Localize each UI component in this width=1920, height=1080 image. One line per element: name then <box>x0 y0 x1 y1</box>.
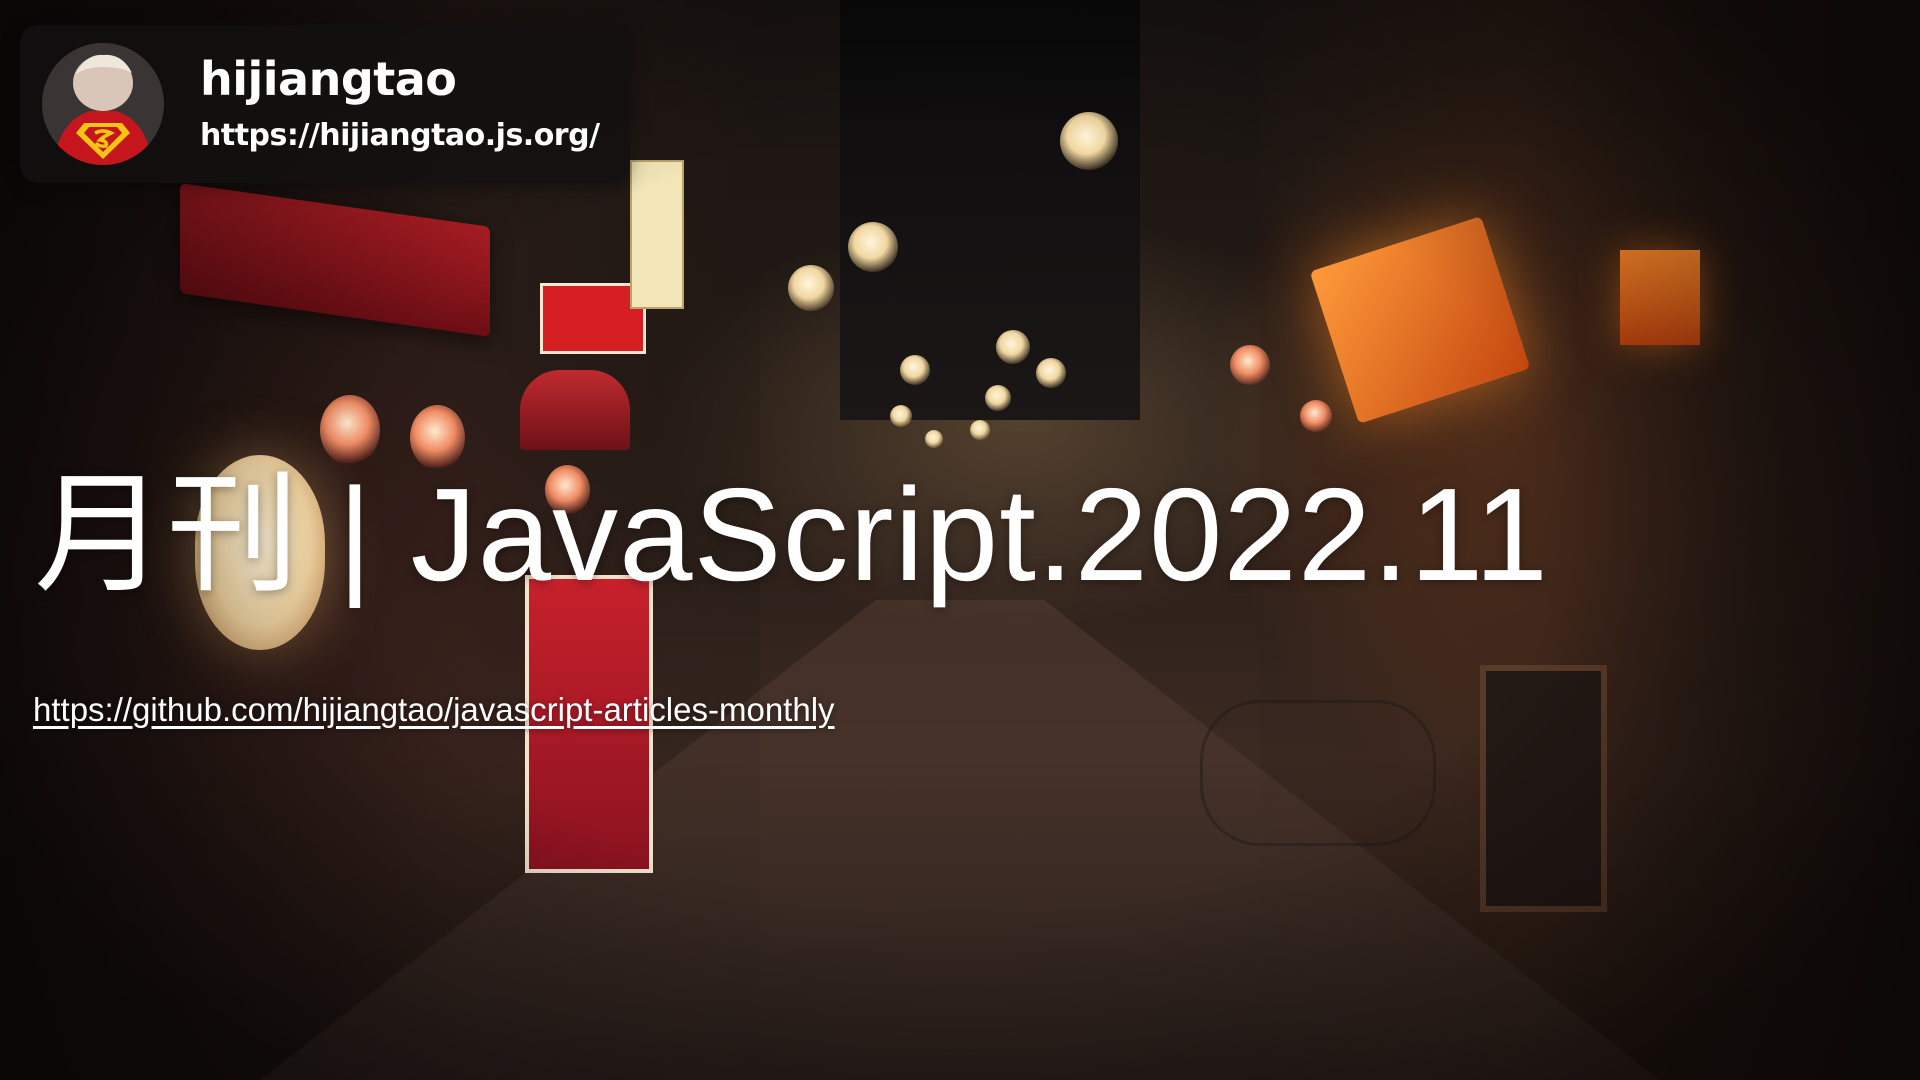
street-lantern <box>970 420 990 440</box>
red-awning-small <box>520 370 630 450</box>
street-lantern <box>1060 112 1118 170</box>
red-awning <box>180 183 490 337</box>
bicycle-silhouette <box>1200 700 1436 846</box>
superman-avatar-icon[interactable] <box>42 43 164 165</box>
cream-vertical-sign <box>630 160 684 309</box>
red-shop-sign <box>540 283 646 354</box>
red-lantern <box>1300 400 1332 432</box>
red-lantern <box>320 395 380 465</box>
night-sky <box>840 0 1140 420</box>
red-lantern <box>1230 345 1270 385</box>
orange-menu-sign <box>1620 250 1700 345</box>
street-lantern <box>848 222 898 272</box>
street-lantern <box>996 330 1030 364</box>
street-lantern <box>985 385 1011 411</box>
profile-text: hijiangtao https://hijiangtao.js.org/ <box>200 51 600 157</box>
author-profile-card: hijiangtao https://hijiangtao.js.org/ <box>20 25 630 183</box>
cover-slide: hijiangtao https://hijiangtao.js.org/ 月刊… <box>0 0 1920 1080</box>
orange-lit-sign <box>1309 216 1531 424</box>
github-repo-link[interactable]: https://github.com/hijiangtao/javascript… <box>33 689 835 731</box>
street-lantern <box>900 355 930 385</box>
street-lantern <box>788 265 834 311</box>
street-lantern <box>1036 358 1066 388</box>
dark-menu-board <box>1480 665 1607 912</box>
author-name: hijiangtao <box>200 52 457 106</box>
author-homepage-link[interactable]: https://hijiangtao.js.org/ <box>200 115 600 157</box>
page-title: 月刊 | JavaScript.2022.11 <box>34 461 1549 608</box>
street-lantern <box>890 405 912 427</box>
street-road <box>260 600 1660 1080</box>
street-lantern <box>925 430 943 448</box>
